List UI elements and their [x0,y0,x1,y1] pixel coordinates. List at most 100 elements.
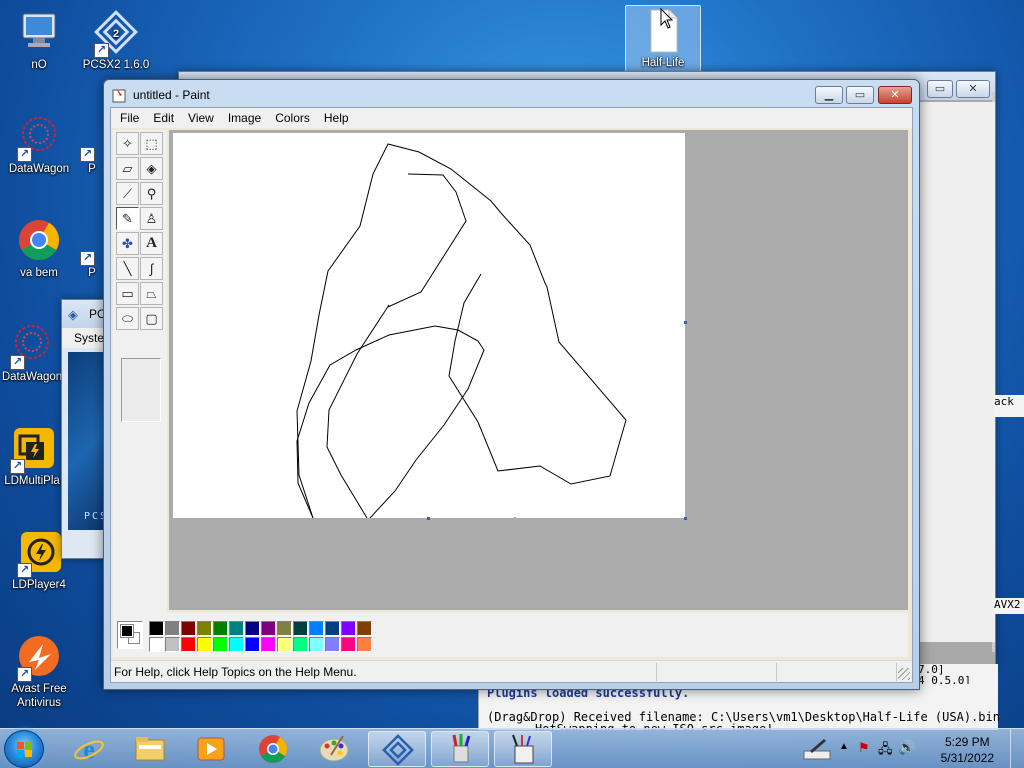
desktop-icon-va-bem[interactable]: va bem [1,216,77,280]
console-restore-button[interactable]: ▭ [927,80,953,98]
color-swatch[interactable] [293,621,308,636]
taskbar-media-player[interactable] [182,731,240,767]
ellipse-tool-icon[interactable]: ⬭ [116,307,139,330]
color-swatch[interactable] [149,637,164,652]
eraser-tool-icon[interactable]: ▱ [116,157,139,180]
menu-help[interactable]: Help [317,111,356,125]
airbrush-tool-icon[interactable]: ✤ [116,232,139,255]
clock[interactable]: 5:29 PM 5/31/2022 [941,734,994,766]
desktop-icon-partial-p1[interactable]: ↗ P [78,112,106,176]
magnifier-tool-icon[interactable]: ⚲ [140,182,163,205]
menu-view[interactable]: View [181,111,221,125]
taskbar-pcsx2[interactable] [368,731,426,767]
datawagon-icon: ↗ [15,112,63,162]
color-swatch[interactable] [261,621,276,636]
brush-tool-icon[interactable]: ♙ [140,207,163,230]
ldplayer-icon: ↗ [15,528,63,578]
volume-icon[interactable]: 🔊 [898,739,915,756]
color-swatch[interactable] [277,621,292,636]
action-center-icon[interactable]: ⚑ [858,740,870,756]
line-tool-icon[interactable]: ╲ [116,257,139,280]
rectangle-tool-icon[interactable]: ▭ [116,282,139,305]
fill-tool-icon[interactable]: ◈ [140,157,163,180]
color-swatch[interactable] [261,637,276,652]
close-button[interactable]: ✕ [878,86,912,104]
color-swatch[interactable] [197,637,212,652]
color-swatch[interactable] [325,637,340,652]
desktop-icon-ldmultiplayer[interactable]: ↗ LDMultiPla [1,424,63,488]
drawing-strokes [296,143,627,522]
current-colors[interactable] [117,621,143,649]
pen-input-icon[interactable] [802,735,832,763]
color-swatch[interactable] [341,621,356,636]
color-swatch[interactable] [325,621,340,636]
color-swatch[interactable] [277,637,292,652]
rect-select-tool-icon[interactable]: ⬚ [140,132,163,155]
taskbar-chrome[interactable] [244,731,302,767]
desktop-icon-label: DataWagon [1,371,63,383]
color-swatch[interactable] [309,637,324,652]
color-swatch[interactable] [181,637,196,652]
desktop-icon-avast[interactable]: ↗ Avast Free Antivirus [1,632,77,710]
pencil-tool-icon[interactable]: ✎ [116,207,139,230]
polygon-tool-icon[interactable]: ⏢ [140,282,163,305]
taskbar-paint-active[interactable] [494,731,552,767]
color-swatch[interactable] [165,637,180,652]
show-desktop-button[interactable] [1010,729,1024,768]
drawing-canvas[interactable] [173,133,685,522]
taskbar-mspaint[interactable] [431,731,489,767]
color-swatch[interactable] [229,621,244,636]
menu-colors[interactable]: Colors [268,111,317,125]
color-picker-tool-icon[interactable]: ⟋ [116,182,139,205]
color-swatch[interactable] [165,621,180,636]
console-right-strip [919,102,995,642]
color-swatch[interactable] [357,621,372,636]
maximize-button[interactable]: ▭ [846,86,874,104]
resize-handle[interactable] [684,517,687,520]
paint-window[interactable]: untitled - Paint ▁ ▭ ✕ File Edit View Im… [103,79,920,690]
shortcut-arrow-icon: ↗ [17,147,32,162]
tool-options-box[interactable] [121,358,161,422]
console-close-button[interactable]: ✕ [956,80,990,98]
color-swatch[interactable] [229,637,244,652]
taskbar-paint[interactable] [305,731,363,767]
curve-tool-icon[interactable]: ∫ [140,257,163,280]
menu-image[interactable]: Image [221,111,268,125]
start-button[interactable] [4,730,44,768]
desktop-icon-no[interactable]: nO [1,8,77,72]
resize-grip-icon[interactable] [898,668,910,680]
resize-handle[interactable] [684,321,687,324]
pcsx2-app-icon: ◈ [68,307,78,322]
desktop-icon-partial-p2[interactable]: ↗ P [78,216,106,280]
color-swatch[interactable] [357,637,372,652]
desktop-icon-datawagon-2[interactable]: ↗ DataWagon [1,320,63,384]
paint-app-icon [112,88,126,103]
color-swatch[interactable] [341,637,356,652]
color-swatch[interactable] [293,637,308,652]
paint-titlebar[interactable]: untitled - Paint ▁ ▭ ✕ [104,80,919,108]
text-tool-icon[interactable]: A [140,232,163,255]
color-swatch[interactable] [245,637,260,652]
color-swatch[interactable] [213,637,228,652]
taskbar-file-explorer[interactable] [121,731,179,767]
menu-edit[interactable]: Edit [146,111,181,125]
color-swatch[interactable] [213,621,228,636]
drawn-stroke [296,325,485,519]
color-swatch[interactable] [149,621,164,636]
pcsx2-menu-system[interactable]: Syste [74,331,104,345]
color-swatch[interactable] [245,621,260,636]
network-icon[interactable]: 🖧 [878,740,893,762]
resize-handle[interactable] [427,517,430,520]
color-swatch[interactable] [309,621,324,636]
menu-file[interactable]: File [113,111,146,125]
tray-expand-icon[interactable]: ▲ [839,741,849,752]
desktop-icon-pcsx2[interactable]: 2 ↗ PCSX2 1.6.0 [78,8,154,72]
color-swatch[interactable] [181,621,196,636]
minimize-button[interactable]: ▁ [815,86,843,104]
color-swatch[interactable] [197,621,212,636]
desktop-icon-datawagon[interactable]: ↗ DataWagon [1,112,77,176]
rounded-rect-tool-icon[interactable]: ▢ [140,307,163,330]
canvas-scroll-area[interactable] [169,130,908,610]
free-form-select-tool-icon[interactable]: ✧ [116,132,139,155]
taskbar-internet-explorer[interactable]: e [60,731,118,767]
